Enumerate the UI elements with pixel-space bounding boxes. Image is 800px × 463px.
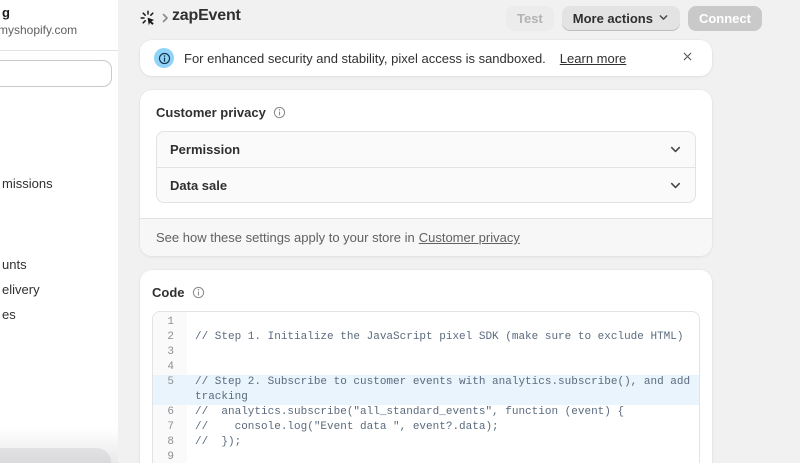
info-icon[interactable] bbox=[273, 106, 286, 119]
privacy-footer-text: See how these settings apply to your sto… bbox=[156, 230, 415, 245]
sidebar-bottom-card bbox=[0, 448, 111, 463]
line-number: 8 bbox=[167, 436, 174, 448]
line-number: 7 bbox=[167, 421, 174, 433]
line-text bbox=[187, 345, 699, 360]
line-text: // }); bbox=[195, 436, 242, 448]
sidebar-item-delivery[interactable]: elivery bbox=[2, 282, 40, 299]
learn-more-link[interactable]: Learn more bbox=[560, 51, 626, 66]
code-line: 7 // console.log("Event data ", event?.d… bbox=[153, 420, 699, 435]
line-text bbox=[187, 315, 699, 330]
line-number: 2 bbox=[167, 331, 174, 343]
line-number: 6 bbox=[167, 406, 174, 418]
line-number: 3 bbox=[167, 346, 174, 358]
line-text bbox=[187, 450, 699, 463]
code-title: Code bbox=[152, 284, 185, 300]
sandbox-info-banner: For enhanced security and stability, pix… bbox=[140, 40, 712, 76]
settings-search-input[interactable] bbox=[0, 60, 112, 87]
more-actions-button[interactable]: More actions bbox=[561, 6, 680, 31]
privacy-accordion: Permission Data sale bbox=[156, 131, 696, 203]
header-actions: Test More actions Connect bbox=[506, 6, 762, 31]
code-line: 6 // analytics.subscribe("all_standard_e… bbox=[153, 405, 699, 420]
store-domain: myshopify.com bbox=[0, 23, 78, 37]
code-line-highlighted: 5 // Step 2. Subscribe to customer event… bbox=[153, 375, 699, 405]
sidebar-divider bbox=[0, 50, 118, 51]
pixel-event-icon bbox=[140, 10, 156, 26]
chevron-down-icon bbox=[669, 179, 682, 192]
customer-privacy-card: Customer privacy Permission Data sale Se… bbox=[140, 90, 712, 256]
store-name: g bbox=[2, 5, 10, 20]
info-icon bbox=[154, 48, 174, 68]
permission-label: Permission bbox=[170, 142, 241, 157]
code-line: 8 // }); bbox=[153, 435, 699, 450]
code-line: 1 bbox=[153, 315, 699, 330]
line-number: 1 bbox=[167, 316, 174, 328]
more-actions-label: More actions bbox=[572, 11, 653, 26]
data-sale-label: Data sale bbox=[170, 177, 228, 193]
line-number: 4 bbox=[167, 361, 174, 373]
connect-button[interactable]: Connect bbox=[687, 6, 762, 31]
line-text: // Step 1. Initialize the JavaScript pix… bbox=[195, 331, 684, 343]
code-lines: 1 2 // Step 1. Initialize the JavaScript… bbox=[153, 312, 699, 463]
code-card: Code 1 2 // Step 1. Initialize the JavaS… bbox=[140, 270, 712, 463]
line-number: 5 bbox=[167, 376, 174, 388]
line-text: // Step 2. Subscribe to customer events … bbox=[195, 376, 697, 403]
test-button[interactable]: Test bbox=[506, 6, 554, 31]
code-line: 4 bbox=[153, 360, 699, 375]
page-title: zapEvent bbox=[172, 7, 241, 24]
line-number: 9 bbox=[167, 451, 174, 463]
sidebar-item-permissions[interactable]: missions bbox=[2, 176, 53, 193]
data-sale-accordion-row[interactable]: Data sale bbox=[157, 167, 695, 202]
customer-privacy-title: Customer privacy bbox=[156, 104, 266, 120]
chevron-down-icon bbox=[658, 11, 669, 26]
code-editor[interactable]: 1 2 // Step 1. Initialize the JavaScript… bbox=[152, 311, 700, 463]
line-text bbox=[187, 360, 699, 375]
code-line: 3 bbox=[153, 345, 699, 360]
close-icon bbox=[681, 50, 694, 66]
chevron-down-icon bbox=[669, 143, 682, 156]
permission-accordion-row[interactable]: Permission bbox=[157, 132, 695, 167]
banner-close-button[interactable] bbox=[676, 47, 698, 69]
code-line: 2 // Step 1. Initialize the JavaScript p… bbox=[153, 330, 699, 345]
chevron-right-icon bbox=[159, 12, 171, 24]
banner-message: For enhanced security and stability, pix… bbox=[184, 50, 546, 66]
line-text: // analytics.subscribe("all_standard_eve… bbox=[195, 406, 625, 418]
info-icon[interactable] bbox=[192, 286, 205, 299]
privacy-card-footer: See how these settings apply to your sto… bbox=[140, 218, 712, 256]
sidebar-item-taxes[interactable]: es bbox=[2, 307, 16, 324]
sidebar-item-accounts[interactable]: unts bbox=[2, 257, 27, 274]
line-text: // console.log("Event data ", event?.dat… bbox=[195, 421, 499, 433]
code-line: 9 bbox=[153, 450, 699, 463]
settings-sidebar: g myshopify.com missions unts elivery es bbox=[0, 0, 118, 463]
customer-privacy-link[interactable]: Customer privacy bbox=[419, 230, 520, 245]
